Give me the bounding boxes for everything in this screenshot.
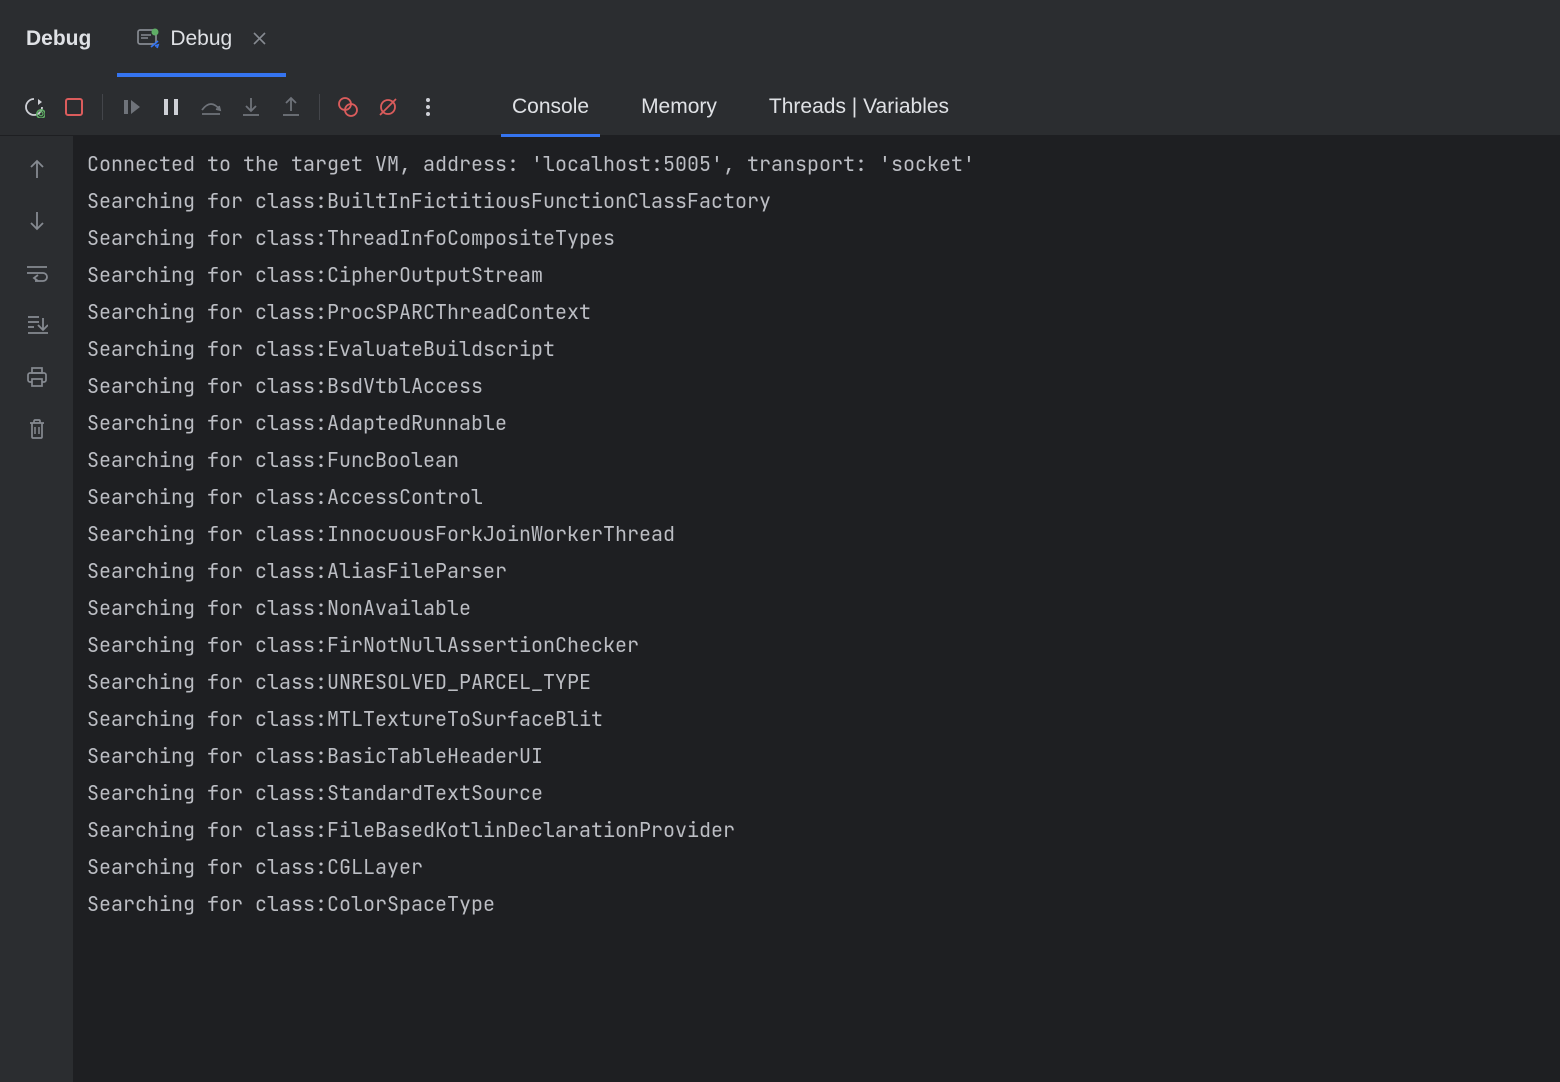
console-line: Searching for class:NonAvailable	[87, 590, 1546, 627]
scroll-up-icon[interactable]	[22, 154, 52, 184]
console-line: Searching for class:ColorSpaceType	[87, 886, 1546, 923]
console-line: Searching for class:BasicTableHeaderUI	[87, 738, 1546, 775]
console-line: Searching for class:EvaluateBuildscript	[87, 331, 1546, 368]
step-into-button[interactable]	[234, 90, 268, 124]
console-line: Connected to the target VM, address: 'lo…	[87, 146, 1546, 183]
inner-tab-console[interactable]: Console	[501, 81, 600, 133]
inner-tab-threads-variables[interactable]: Threads | Variables	[758, 81, 960, 133]
console-line: Searching for class:InnocuousForkJoinWor…	[87, 516, 1546, 553]
content-area: Connected to the target VM, address: 'lo…	[0, 136, 1560, 1082]
separator	[102, 94, 103, 120]
console-gutter	[0, 136, 73, 1082]
tab-debug[interactable]: Debug	[117, 0, 286, 77]
tool-window-title: Debug	[0, 27, 117, 51]
console-line: Searching for class:ThreadInfoCompositeT…	[87, 220, 1546, 257]
debug-config-icon	[136, 27, 160, 51]
console-line: Searching for class:MTLTextureToSurfaceB…	[87, 701, 1546, 738]
console-line: Searching for class:AdaptedRunnable	[87, 405, 1546, 442]
soft-wrap-icon[interactable]	[22, 258, 52, 288]
inner-tab-memory[interactable]: Memory	[630, 81, 728, 133]
console-line: Searching for class:BuiltInFictitiousFun…	[87, 183, 1546, 220]
step-over-button[interactable]	[194, 90, 228, 124]
tab-label: Debug	[170, 27, 232, 51]
console-line: Searching for class:ProcSPARCThreadConte…	[87, 294, 1546, 331]
console-line: Searching for class:CipherOutputStream	[87, 257, 1546, 294]
console-line: Searching for class:BsdVtblAccess	[87, 368, 1546, 405]
scroll-to-end-icon[interactable]	[22, 310, 52, 340]
print-icon[interactable]	[22, 362, 52, 392]
rerun-button[interactable]	[17, 90, 51, 124]
tool-window-header: Debug Debug	[0, 0, 1560, 78]
console-line: Searching for class:CGLLayer	[87, 849, 1546, 886]
resume-button[interactable]	[114, 90, 148, 124]
console-line: Searching for class:AccessControl	[87, 479, 1546, 516]
separator	[319, 94, 320, 120]
mute-breakpoints-button[interactable]	[371, 90, 405, 124]
console-line: Searching for class:FileBasedKotlinDecla…	[87, 812, 1546, 849]
console-line: Searching for class:StandardTextSource	[87, 775, 1546, 812]
debug-toolbar: Console Memory Threads | Variables	[0, 78, 1560, 136]
console-output[interactable]: Connected to the target VM, address: 'lo…	[73, 136, 1560, 1082]
clear-all-icon[interactable]	[22, 414, 52, 444]
console-line: Searching for class:UNRESOLVED_PARCEL_TY…	[87, 664, 1546, 701]
step-out-button[interactable]	[274, 90, 308, 124]
pause-button[interactable]	[154, 90, 188, 124]
view-breakpoints-button[interactable]	[331, 90, 365, 124]
scroll-down-icon[interactable]	[22, 206, 52, 236]
inner-tabs: Console Memory Threads | Variables	[501, 81, 960, 133]
console-line: Searching for class:AliasFileParser	[87, 553, 1546, 590]
console-line: Searching for class:FuncBoolean	[87, 442, 1546, 479]
close-icon[interactable]	[252, 31, 267, 46]
stop-button[interactable]	[57, 90, 91, 124]
more-icon[interactable]	[411, 90, 445, 124]
console-line: Searching for class:FirNotNullAssertionC…	[87, 627, 1546, 664]
